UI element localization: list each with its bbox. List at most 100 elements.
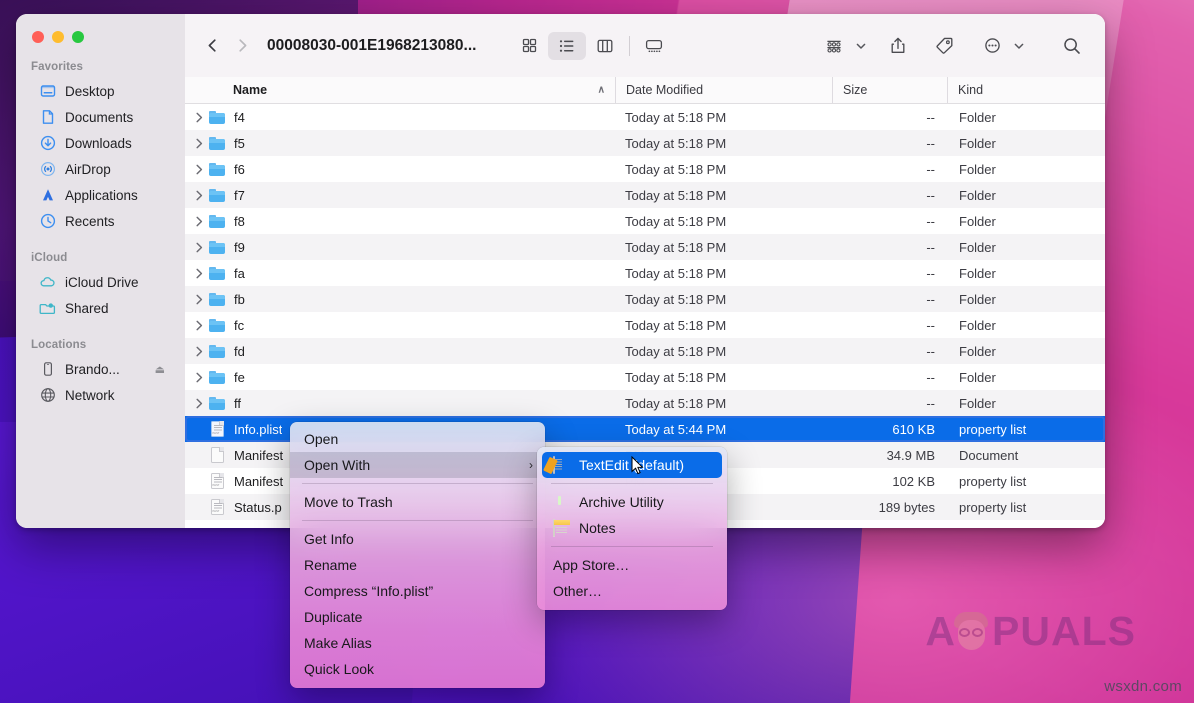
column-header-size[interactable]: Size	[832, 77, 947, 103]
document-icon	[207, 447, 227, 463]
column-header-name[interactable]: Name ∧	[185, 77, 615, 103]
submenu-item-label: Notes	[579, 520, 616, 536]
sidebar-item-shared[interactable]: Shared	[24, 295, 177, 321]
sidebar-item-network[interactable]: Network	[24, 382, 177, 408]
close-button[interactable]	[32, 31, 44, 43]
file-name-cell: f4	[185, 110, 615, 125]
table-row[interactable]: ffToday at 5:18 PM--Folder	[185, 390, 1105, 416]
file-size-cell: --	[832, 396, 947, 411]
file-name-cell: f7	[185, 188, 615, 203]
file-name-cell: fb	[185, 292, 615, 307]
disclosure-triangle-icon[interactable]	[191, 268, 207, 279]
forward-button[interactable]	[227, 31, 257, 61]
chevron-down-icon[interactable]	[1013, 40, 1025, 52]
submenu-item[interactable]: Archive Utility	[542, 489, 722, 515]
table-row[interactable]: fcToday at 5:18 PM--Folder	[185, 312, 1105, 338]
disclosure-triangle-icon[interactable]	[191, 112, 207, 123]
disclosure-triangle-icon[interactable]	[191, 294, 207, 305]
disclosure-triangle-icon[interactable]	[191, 138, 207, 149]
file-kind-cell: property list	[947, 422, 1105, 437]
disclosure-triangle-icon[interactable]	[191, 242, 207, 253]
context-menu-item[interactable]: Make Alias	[290, 630, 545, 656]
folder-icon	[207, 371, 227, 384]
chevron-down-icon[interactable]	[855, 40, 867, 52]
applications-icon	[39, 187, 56, 204]
sidebar-item-label: Applications	[65, 188, 138, 203]
eject-icon[interactable]: ⏏	[155, 363, 165, 376]
file-date-cell: Today at 5:18 PM	[615, 370, 832, 385]
disclosure-triangle-icon[interactable]	[191, 320, 207, 331]
table-row[interactable]: f6Today at 5:18 PM--Folder	[185, 156, 1105, 182]
context-menu[interactable]: OpenOpen With› Move to Trash Get InfoRenam…	[290, 422, 545, 688]
sidebar-item-label: Recents	[65, 214, 115, 229]
submenu-item[interactable]: TextEdit (default)	[542, 452, 722, 478]
table-row[interactable]: f5Today at 5:18 PM--Folder	[185, 130, 1105, 156]
disclosure-triangle-icon[interactable]	[191, 398, 207, 409]
column-view-button[interactable]	[586, 32, 624, 60]
table-row[interactable]: fdToday at 5:18 PM--Folder	[185, 338, 1105, 364]
share-button[interactable]	[879, 32, 917, 60]
zoom-button[interactable]	[72, 31, 84, 43]
sidebar-item-recents[interactable]: Recents	[24, 208, 177, 234]
file-date-cell: Today at 5:18 PM	[615, 110, 832, 125]
open-with-submenu[interactable]: TextEdit (default) Archive Utility Notes Ap…	[537, 447, 727, 610]
textedit-icon	[553, 457, 570, 474]
context-menu-item[interactable]: Open	[290, 426, 545, 452]
submenu-item-label: TextEdit (default)	[579, 457, 684, 473]
context-menu-item[interactable]: Get Info	[290, 526, 545, 552]
context-menu-item[interactable]: Rename	[290, 552, 545, 578]
submenu-item[interactable]: Notes	[542, 515, 722, 541]
submenu-item[interactable]: App Store…	[542, 552, 722, 578]
column-header-kind[interactable]: Kind	[947, 77, 1105, 103]
context-menu-item[interactable]: Duplicate	[290, 604, 545, 630]
disclosure-triangle-icon[interactable]	[191, 164, 207, 175]
more-ellipsis-icon[interactable]	[973, 32, 1011, 60]
table-row[interactable]: f9Today at 5:18 PM--Folder	[185, 234, 1105, 260]
file-date-cell: Today at 5:18 PM	[615, 396, 832, 411]
context-menu-item-label: Quick Look	[304, 661, 374, 677]
more-actions-control[interactable]	[973, 32, 1025, 60]
file-size-cell: --	[832, 370, 947, 385]
context-menu-item[interactable]: Move to Trash	[290, 489, 545, 515]
disclosure-triangle-icon[interactable]	[191, 216, 207, 227]
gallery-view-button[interactable]	[635, 32, 673, 60]
list-view-button[interactable]	[548, 32, 586, 60]
icon-view-button[interactable]	[510, 32, 548, 60]
group-by-control[interactable]	[815, 32, 867, 60]
minimize-button[interactable]	[52, 31, 64, 43]
sidebar-item-downloads[interactable]: Downloads	[24, 130, 177, 156]
context-menu-item[interactable]: Compress “Info.plist”	[290, 578, 545, 604]
sidebar-item-airdrop[interactable]: AirDrop	[24, 156, 177, 182]
submenu-item[interactable]: Other…	[542, 578, 722, 604]
context-menu-item-label: Make Alias	[304, 635, 372, 651]
disclosure-triangle-icon[interactable]	[191, 372, 207, 383]
file-size-cell: 34.9 MB	[832, 448, 947, 463]
table-row[interactable]: faToday at 5:18 PM--Folder	[185, 260, 1105, 286]
column-header-label: Kind	[958, 83, 983, 97]
table-row[interactable]: f8Today at 5:18 PM--Folder	[185, 208, 1105, 234]
tags-button[interactable]	[925, 32, 963, 60]
folder-icon	[207, 215, 227, 228]
cloud-icon	[39, 274, 56, 291]
file-size-cell: --	[832, 240, 947, 255]
table-row[interactable]: feToday at 5:18 PM--Folder	[185, 364, 1105, 390]
column-header-date-modified[interactable]: Date Modified	[615, 77, 832, 103]
sidebar-item-documents[interactable]: Documents	[24, 104, 177, 130]
disclosure-triangle-icon[interactable]	[191, 346, 207, 357]
sidebar-item-brando-device[interactable]: Brando... ⏏	[24, 356, 177, 382]
sidebar-item-desktop[interactable]: Desktop	[24, 78, 177, 104]
file-kind-cell: Folder	[947, 110, 1105, 125]
context-menu-item[interactable]: Open With›	[290, 452, 545, 478]
sidebar-item-applications[interactable]: Applications	[24, 182, 177, 208]
table-row[interactable]: f4Today at 5:18 PM--Folder	[185, 104, 1105, 130]
group-by-icon[interactable]	[815, 32, 853, 60]
context-menu-item[interactable]: Quick Look	[290, 656, 545, 682]
back-button[interactable]	[197, 31, 227, 61]
disclosure-triangle-icon[interactable]	[191, 190, 207, 201]
table-row[interactable]: f7Today at 5:18 PM--Folder	[185, 182, 1105, 208]
search-button[interactable]	[1053, 32, 1091, 60]
file-kind-cell: Document	[947, 448, 1105, 463]
table-row[interactable]: fbToday at 5:18 PM--Folder	[185, 286, 1105, 312]
sidebar-section-header: iCloud	[16, 252, 185, 269]
sidebar-item-icloud-drive[interactable]: iCloud Drive	[24, 269, 177, 295]
